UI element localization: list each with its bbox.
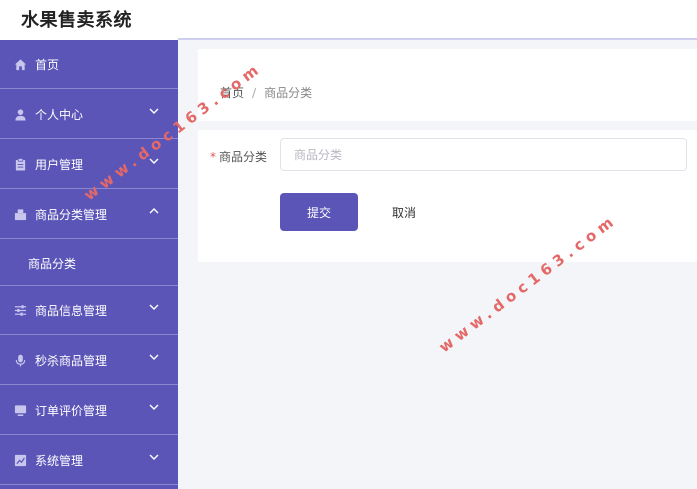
clipboard-icon: [15, 158, 26, 171]
main-content: 首页/商品分类 *商品分类 提交 取消: [178, 40, 697, 489]
sidebar-subitem-label: 商品分类: [28, 257, 77, 271]
sliders-icon: [14, 305, 27, 316]
sidebar-item-order-review[interactable]: 订单评价管理: [0, 386, 178, 435]
chevron-down-icon: [149, 158, 159, 164]
sidebar-item-label: 个人中心: [35, 108, 84, 122]
sidebar-item-label: 商品信息管理: [35, 304, 108, 318]
chart-icon: [14, 454, 27, 467]
cancel-button[interactable]: 取消: [374, 193, 434, 231]
sidebar-subitem-category[interactable]: 商品分类: [0, 240, 178, 286]
home-icon: [14, 59, 27, 71]
chevron-down-icon: [149, 454, 159, 460]
microphone-icon: [15, 354, 26, 367]
sidebar-item-flash-sale[interactable]: 秒杀商品管理: [0, 336, 178, 385]
breadcrumb-home[interactable]: 首页: [220, 86, 244, 100]
sidebar-item-label: 商品分类管理: [35, 208, 108, 222]
breadcrumb: 首页 / 商品分类: [220, 84, 312, 101]
sidebar-item-label: 首页: [35, 58, 60, 72]
sidebar-item-label: 用户管理: [35, 158, 84, 172]
breadcrumb-card: 首页 / 商品分类: [198, 49, 697, 121]
sidebar-item-home[interactable]: 首页: [0, 40, 178, 89]
box-icon: [14, 209, 27, 221]
sidebar-item-product-info[interactable]: 商品信息管理: [0, 286, 178, 335]
category-input[interactable]: [280, 138, 687, 171]
sidebar-item-category-management[interactable]: 商品分类管理: [0, 190, 178, 239]
breadcrumb-separator: /: [252, 86, 257, 100]
chevron-up-icon: [149, 208, 159, 214]
category-field-label: * 商品分类: [210, 148, 267, 165]
chevron-down-icon: [149, 108, 159, 114]
form-card: *商品分类 提交 取消: [198, 130, 697, 262]
sidebar: 首页 个人中心 用户管理 商品分类管理 商品分类 商品信息管理 秒杀商品管理 订…: [0, 40, 178, 489]
chevron-down-icon: [149, 354, 159, 360]
chevron-down-icon: [149, 304, 159, 310]
sidebar-item-label: 秒杀商品管理: [35, 354, 108, 368]
submit-button[interactable]: 提交: [280, 193, 358, 231]
chevron-down-icon: [149, 404, 159, 410]
user-icon: [15, 109, 26, 121]
sidebar-item-label: 订单评价管理: [35, 404, 108, 418]
top-bar: 水果售卖系统: [0, 0, 697, 40]
monitor-icon: [14, 405, 27, 416]
category-label-text: 商品分类: [219, 150, 268, 164]
sidebar-item-personal-center[interactable]: 个人中心: [0, 90, 178, 139]
sidebar-item-user-management[interactable]: 用户管理: [0, 140, 178, 189]
breadcrumb-current: 商品分类: [264, 86, 313, 100]
sidebar-item-label: 系统管理: [35, 454, 84, 468]
app-title: 水果售卖系统: [21, 10, 132, 31]
required-mark: *: [210, 150, 216, 164]
sidebar-item-system-management[interactable]: 系统管理: [0, 436, 178, 485]
